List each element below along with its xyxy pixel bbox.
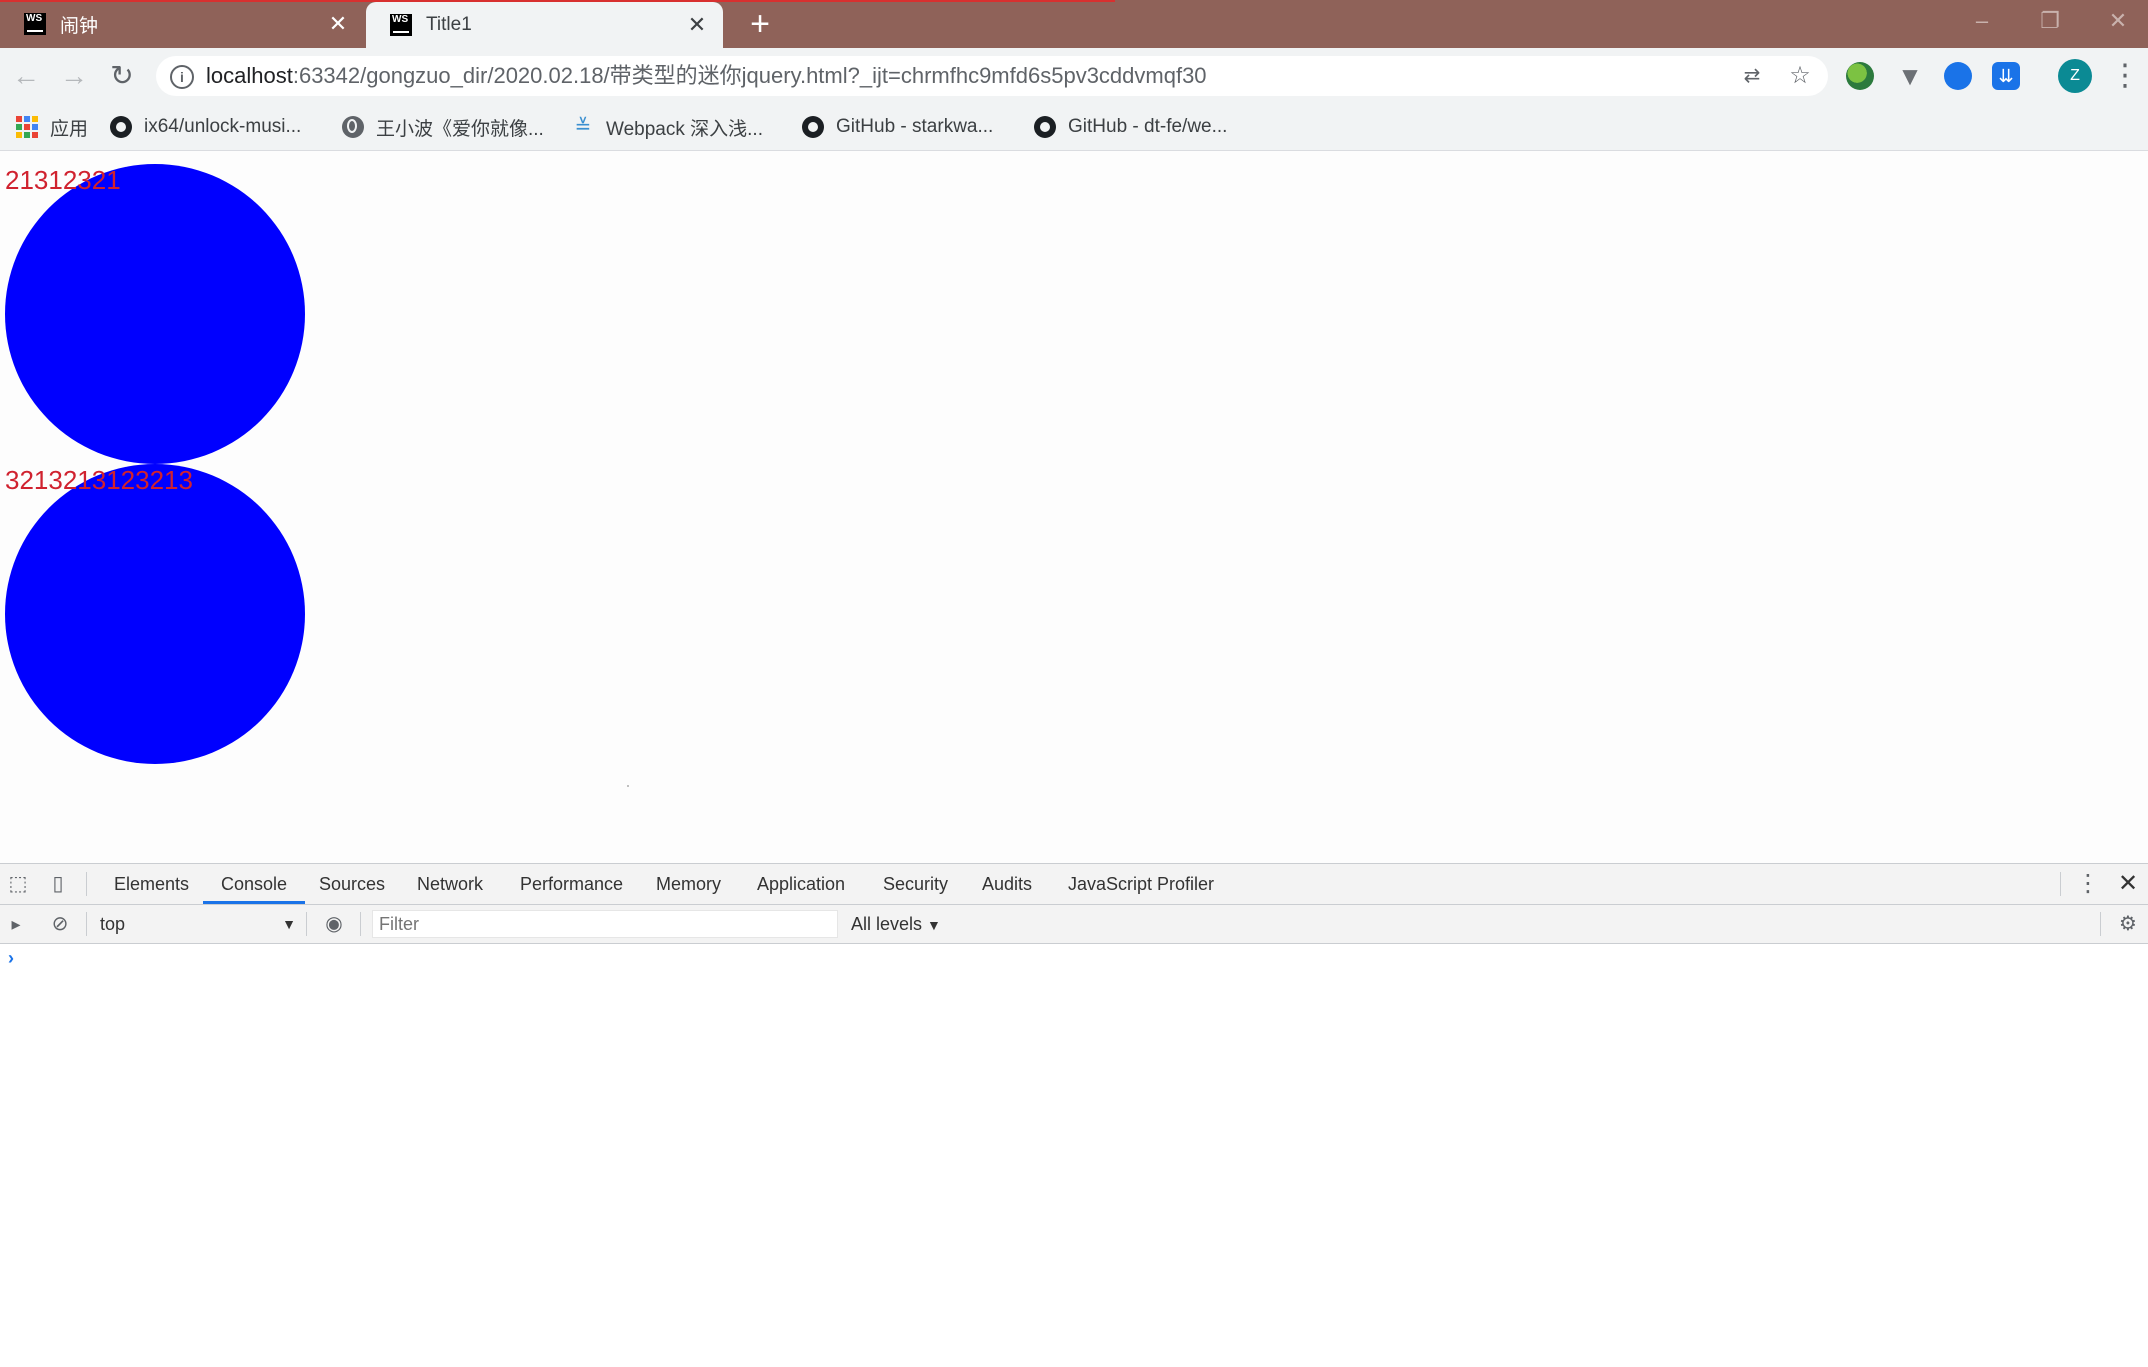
bookmark-label: GitHub - starkwa... (836, 116, 994, 137)
globe-icon (342, 116, 364, 138)
bookmark-label: GitHub - dt-fe/we... (1068, 116, 1228, 137)
info-icon[interactable]: i (170, 65, 194, 89)
console-toolbar: ▸ ⊘ top ▼ ◉ All levels ▼ ⚙ (0, 905, 2148, 944)
settings-gear-icon[interactable]: ⚙ (2116, 912, 2140, 936)
devtools-tab-memory[interactable]: Memory (656, 864, 721, 904)
github-icon (802, 116, 824, 138)
tab-alarm[interactable]: WS 闹钟 ✕ (0, 0, 364, 48)
devtools-tab-performance[interactable]: Performance (520, 864, 623, 904)
console-filter-input[interactable] (372, 910, 838, 938)
bookmark-label: 应用 (50, 118, 89, 140)
console-prompt[interactable]: › (8, 948, 14, 969)
restore-icon[interactable]: ❐ (2030, 6, 2070, 36)
apps-grid-icon (16, 116, 38, 138)
bookmark-item[interactable]: 王小波《爱你就像... (342, 104, 544, 150)
url-text[interactable]: localhost:63342/gongzuo_dir/2020.02.18/带… (206, 56, 1207, 96)
blue-circle (5, 164, 305, 464)
bookmark-apps[interactable]: 应用 (16, 104, 88, 150)
new-tab-button[interactable]: + (742, 6, 778, 42)
levels-value: All levels (851, 914, 923, 934)
close-icon[interactable]: ✕ (685, 12, 709, 38)
bookmark-item[interactable]: GitHub - starkwa... (802, 104, 993, 150)
tab-strip: WS 闹钟 ✕ WS Title1 ✕ + – ❐ ✕ (0, 0, 2148, 48)
url-path: :63342/gongzuo_dir/2020.02.18/带类型的迷你jque… (292, 63, 1207, 88)
extension-blue-circle-icon[interactable] (1944, 62, 1972, 90)
eye-icon[interactable]: ◉ (322, 912, 346, 936)
translate-icon[interactable]: ⇄ (1738, 62, 1766, 90)
devtools-tab-sources[interactable]: Sources (319, 864, 385, 904)
log-levels-dropdown[interactable]: All levels ▼ (851, 905, 941, 943)
extension-globe-icon[interactable] (1846, 62, 1874, 90)
device-toolbar-icon[interactable]: ▯ (46, 872, 70, 896)
devtools-menu-icon[interactable]: ⋮ (2076, 872, 2100, 896)
circle-label: 3213213123213 (5, 465, 193, 495)
github-icon (110, 116, 132, 138)
tab-title: 闹钟 (60, 15, 99, 37)
address-bar[interactable]: i localhost:63342/gongzuo_dir/2020.02.18… (156, 56, 1828, 96)
url-host: localhost (206, 63, 293, 88)
devtools-tab-network[interactable]: Network (417, 864, 483, 904)
devtools-tab-audits[interactable]: Audits (982, 864, 1032, 904)
github-icon (1034, 116, 1056, 138)
devtools-tab-bar: ⬚ ▯ Elements Console Sources Network Per… (0, 864, 2148, 905)
devtools-tab-security[interactable]: Security (883, 864, 948, 904)
close-window-icon[interactable]: ✕ (2098, 6, 2138, 36)
webstorm-icon: WS (24, 13, 46, 35)
devtools-panel: ⬚ ▯ Elements Console Sources Network Per… (0, 863, 2148, 1367)
extension-download-icon[interactable]: ⇊ (1992, 62, 2020, 90)
devtools-tab-elements[interactable]: Elements (114, 864, 189, 904)
tab-title1[interactable]: WS Title1 ✕ (366, 2, 723, 48)
divider (2060, 872, 2061, 896)
back-icon[interactable]: ← (8, 58, 44, 94)
devtools-tab-console[interactable]: Console (203, 864, 306, 904)
bookmark-item[interactable]: GitHub - dt-fe/we... (1034, 104, 1227, 150)
star-icon[interactable]: ☆ (1786, 62, 1814, 90)
webpack-icon: ≚ (574, 116, 592, 138)
extension-vue-icon[interactable]: ▼ (1896, 62, 1924, 90)
blue-circle (5, 464, 305, 764)
sidebar-toggle-icon[interactable]: ▸ (4, 912, 28, 936)
context-select[interactable]: top ▼ (100, 905, 296, 943)
divider (86, 912, 87, 936)
bookmarks-bar: 应用 ix64/unlock-musi... 王小波《爱你就像... ≚ Web… (0, 104, 2148, 151)
browser-menu-icon[interactable]: ⋮ (2110, 58, 2140, 94)
tab-title: Title1 (426, 14, 472, 35)
browser-toolbar: ← → ↻ i localhost:63342/gongzuo_dir/2020… (0, 48, 2148, 104)
close-icon[interactable]: ✕ (326, 11, 350, 37)
bookmark-item[interactable]: ≚ Webpack 深入浅... (572, 104, 763, 150)
webstorm-icon: WS (390, 14, 412, 36)
clear-console-icon[interactable]: ⊘ (48, 912, 72, 936)
devtools-tab-js-profiler[interactable]: JavaScript Profiler (1068, 864, 1214, 904)
devtools-tab-application[interactable]: Application (757, 864, 845, 904)
divider (360, 912, 361, 936)
context-value: top (100, 914, 126, 934)
bookmark-label: Webpack 深入浅... (606, 118, 763, 140)
bookmark-item[interactable]: ix64/unlock-musi... (110, 104, 301, 150)
page-viewport: 21312321 3213213123213 (0, 151, 2148, 863)
profile-avatar[interactable]: Z (2058, 59, 2092, 93)
divider (86, 872, 87, 896)
forward-icon[interactable]: → (56, 58, 92, 94)
circle-label: 21312321 (5, 165, 121, 195)
inspect-element-icon[interactable]: ⬚ (6, 872, 30, 896)
divider (306, 912, 307, 936)
caret-down-icon: ▼ (282, 916, 296, 932)
bookmark-label: ix64/unlock-musi... (144, 116, 302, 137)
divider (2100, 912, 2101, 936)
caret-down-icon: ▼ (927, 917, 941, 933)
bookmark-label: 王小波《爱你就像... (376, 118, 544, 140)
reload-icon[interactable]: ↻ (104, 58, 140, 94)
stray-dot (627, 785, 629, 787)
close-devtools-icon[interactable]: ✕ (2116, 872, 2140, 896)
minimize-icon[interactable]: – (1962, 6, 2002, 36)
